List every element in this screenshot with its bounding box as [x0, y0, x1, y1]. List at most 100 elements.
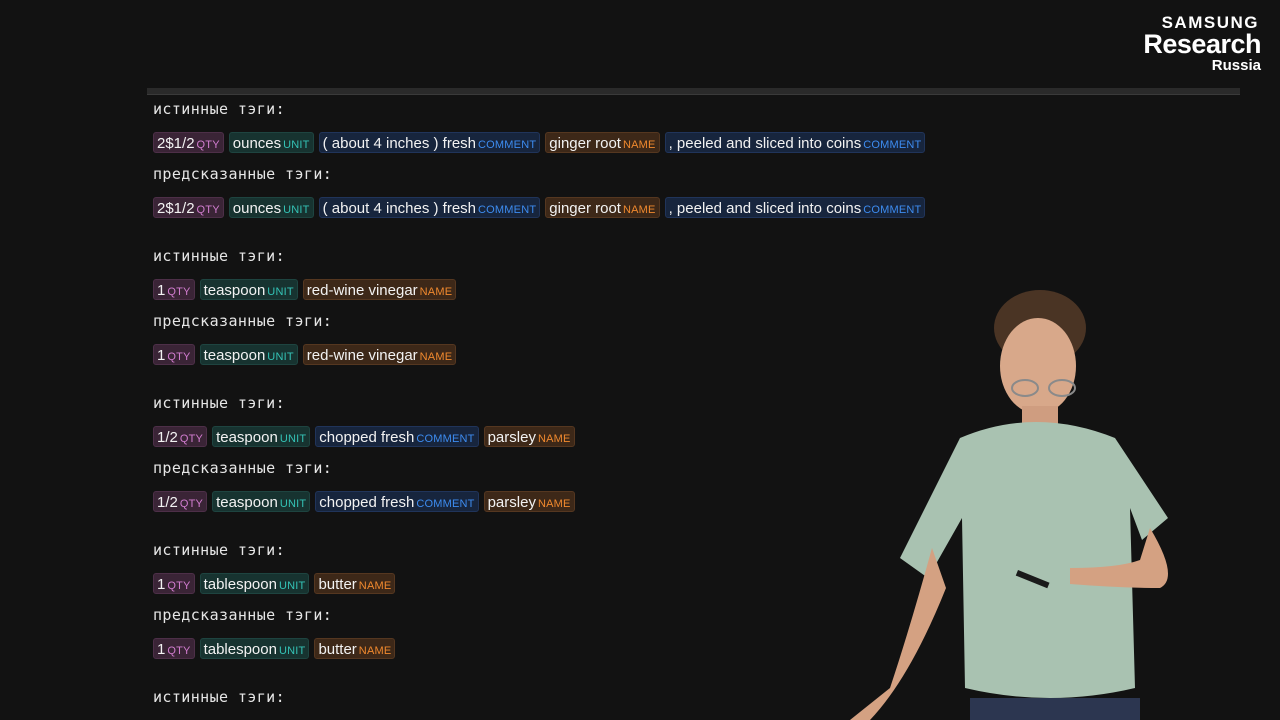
- entity-chip-name: ginger root NAME: [545, 131, 660, 153]
- entity-chip-qty: 1 QTY: [153, 637, 195, 659]
- entity-chip-unit: ounces UNIT: [228, 131, 314, 153]
- predicted-tags-row: 2$1/2 QTY ounces UNIT( about 4 inches ) fre…: [153, 195, 1053, 219]
- entity-text: teaspoon: [203, 346, 266, 364]
- entity-tag-label: NAME: [537, 497, 571, 510]
- entity-tag-label: UNIT: [279, 432, 307, 445]
- entity-text: parsley: [487, 493, 536, 511]
- entity-text: teaspoon: [216, 428, 278, 446]
- entity-chip-name: butter NAME: [314, 572, 396, 594]
- entity-text: 1: [157, 281, 166, 299]
- entity-text: teaspoon: [216, 493, 278, 511]
- entity-text: parsley: [487, 428, 536, 446]
- entity-text: butter: [318, 575, 357, 593]
- entity-chip-qty: 1/2 QTY: [153, 490, 208, 512]
- entity-text: butter: [318, 640, 357, 658]
- entity-text: , peeled and sliced into coins: [668, 199, 862, 217]
- entity-chip-comment: , peeled and sliced into coins COMMENT: [664, 196, 926, 218]
- entity-chip-unit: tablespoon UNIT: [199, 572, 310, 594]
- entity-tag-label: UNIT: [283, 203, 310, 216]
- entity-text: chopped fresh: [319, 428, 415, 446]
- entity-chip-qty: 1 QTY: [153, 572, 195, 594]
- entity-text: 1: [157, 575, 166, 593]
- entity-chip-name: parsley NAME: [483, 425, 575, 447]
- presenter-head: [1000, 318, 1076, 414]
- entity-chip-comment: chopped fresh COMMENT: [315, 490, 479, 512]
- entity-text: 1/2: [157, 493, 178, 511]
- entity-chip-comment: ( about 4 inches ) fresh COMMENT: [318, 196, 541, 218]
- entity-text: tablespoon: [203, 575, 277, 593]
- entity-text: 1/2: [157, 428, 178, 446]
- entity-tag-label: NAME: [419, 350, 453, 363]
- entity-chip-name: parsley NAME: [483, 490, 575, 512]
- entity-tag-label: NAME: [358, 579, 392, 592]
- entity-chip-comment: ( about 4 inches ) fresh COMMENT: [318, 131, 541, 153]
- entity-text: ounces: [232, 199, 282, 217]
- entity-chip-unit: ounces UNIT: [228, 196, 314, 218]
- entity-tag-label: COMMENT: [416, 497, 475, 510]
- entity-chip-qty: 2$1/2 QTY: [153, 131, 224, 153]
- entity-tag-label: QTY: [196, 138, 220, 151]
- entity-text: red-wine vinegar: [306, 281, 418, 299]
- entity-text: 2$1/2: [157, 134, 195, 152]
- entity-chip-unit: teaspoon UNIT: [199, 343, 298, 365]
- entity-tag-label: QTY: [167, 579, 191, 592]
- entity-tag-label: UNIT: [278, 644, 306, 657]
- true-tags-row: 2$1/2 QTY ounces UNIT( about 4 inches ) fre…: [153, 130, 1053, 154]
- entity-text: 1: [157, 640, 166, 658]
- true-tags-heading: истинные тэги:: [153, 100, 286, 118]
- entity-chip-qty: 2$1/2 QTY: [153, 196, 224, 218]
- entity-text: ( about 4 inches ) fresh: [322, 199, 477, 217]
- editor-scrollbar-edge: [147, 88, 1240, 95]
- entity-chip-unit: teaspoon UNIT: [199, 278, 298, 300]
- logo-line-research: Research: [1143, 29, 1261, 59]
- entity-chip-name: red-wine vinegar NAME: [302, 278, 457, 300]
- entity-text: , peeled and sliced into coins: [668, 134, 862, 152]
- entity-text: ( about 4 inches ) fresh: [322, 134, 477, 152]
- entity-tag-label: COMMENT: [863, 203, 922, 216]
- entity-tag-label: COMMENT: [478, 138, 537, 151]
- entity-text: ounces: [232, 134, 282, 152]
- entity-tag-label: NAME: [622, 138, 656, 151]
- entity-tag-label: UNIT: [267, 350, 294, 363]
- entity-chip-comment: , peeled and sliced into coins COMMENT: [664, 131, 926, 153]
- entity-tag-label: QTY: [167, 350, 191, 363]
- entity-tag-label: QTY: [179, 497, 204, 510]
- entity-chip-qty: 1/2 QTY: [153, 425, 208, 447]
- entity-chip-qty: 1 QTY: [153, 343, 195, 365]
- predicted-tags-heading: предсказанные тэги:: [153, 165, 333, 183]
- entity-tag-label: COMMENT: [863, 138, 922, 151]
- entity-chip-unit: teaspoon UNIT: [212, 425, 311, 447]
- entity-tag-label: COMMENT: [416, 432, 475, 445]
- entity-chip-comment: chopped fresh COMMENT: [315, 425, 479, 447]
- logo-line-russia: Russia: [1211, 57, 1261, 74]
- entity-text: teaspoon: [203, 281, 266, 299]
- samsung-research-logo: SAMSUNG Research Russia: [1143, 14, 1261, 73]
- presenter-shirt: [900, 422, 1168, 698]
- entity-text: red-wine vinegar: [306, 346, 418, 364]
- presenter-pants: [970, 698, 1140, 720]
- example-group: истинные тэги: 2$1/2 QTY ounces UNIT( about …: [153, 98, 1053, 219]
- entity-chip-unit: teaspoon UNIT: [212, 490, 311, 512]
- entity-text: ginger root: [549, 134, 621, 152]
- entity-tag-label: NAME: [537, 432, 571, 445]
- entity-tag-label: UNIT: [267, 285, 294, 298]
- entity-text: chopped fresh: [319, 493, 415, 511]
- entity-chip-name: butter NAME: [314, 637, 396, 659]
- entity-tag-label: COMMENT: [478, 203, 537, 216]
- entity-text: 2$1/2: [157, 199, 195, 217]
- entity-tag-label: UNIT: [278, 579, 306, 592]
- presenter-image: [850, 290, 1168, 720]
- entity-tag-label: QTY: [179, 432, 204, 445]
- entity-chip-name: ginger root NAME: [545, 196, 660, 218]
- entity-chip-qty: 1 QTY: [153, 278, 195, 300]
- entity-text: ginger root: [549, 199, 621, 217]
- entity-tag-label: QTY: [167, 644, 191, 657]
- video-frame: SAMSUNG Research Russia истинные тэги: 2$…: [0, 0, 1280, 720]
- entity-tag-label: NAME: [358, 644, 392, 657]
- entity-chip-name: red-wine vinegar NAME: [302, 343, 457, 365]
- presenter-left-arm: [850, 548, 946, 720]
- entity-tag-label: UNIT: [279, 497, 307, 510]
- entity-tag-label: UNIT: [283, 138, 310, 151]
- entity-tag-label: NAME: [622, 203, 656, 216]
- entity-tag-label: QTY: [196, 203, 220, 216]
